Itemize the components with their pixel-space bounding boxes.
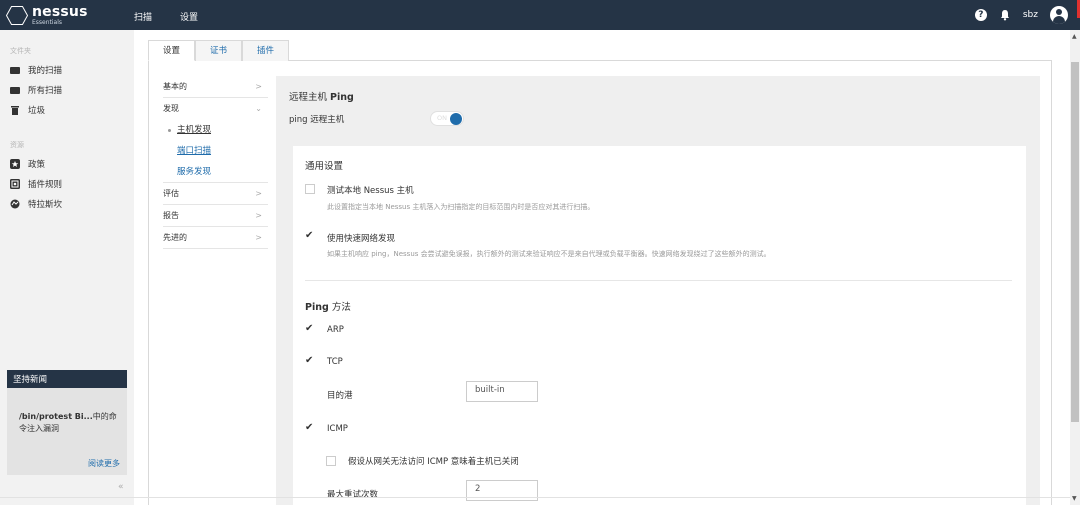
news-widget: 坚持新闻 /bin/protest Bi...中的命令注入漏洞 阅读更多: [7, 370, 127, 475]
tab-credentials[interactable]: 证书: [195, 40, 243, 61]
toggle-knob: [450, 113, 462, 125]
chevron-right-icon: >: [255, 189, 262, 198]
sidebar-item-plugin-rules[interactable]: 插件规则: [10, 178, 62, 190]
fast-network-discovery-desc: 如果主机响应 ping，Nessus 会尝试避免误报，执行额外的测试来验证响应不…: [327, 250, 771, 258]
chevron-right-icon: >: [255, 82, 262, 91]
fast-network-discovery-label: 使用快速网络发现: [327, 234, 396, 244]
sidebar-item-my-scans[interactable]: 我的扫描: [10, 64, 62, 76]
settings-nav-basic[interactable]: 基本的 >: [163, 76, 268, 98]
nessus-logo[interactable]: nessus Essentials: [6, 4, 96, 27]
resources-heading: 资源: [10, 141, 24, 149]
destination-port-input[interactable]: built-in: [466, 381, 538, 402]
sidebar-item-label: 插件规则: [28, 180, 63, 190]
scrollbar-thumb[interactable]: [1071, 62, 1079, 422]
sidebar-item-terrascan[interactable]: 特拉斯坎: [10, 198, 62, 210]
settings-nav-report[interactable]: 报告 >: [163, 205, 268, 227]
read-more-link[interactable]: 阅读更多: [88, 458, 120, 469]
icmp-gateway-checkbox[interactable]: [326, 456, 336, 466]
arp-checkbox[interactable]: ✔: [305, 324, 313, 334]
settings-nav-discovery[interactable]: 发现 ⌄: [163, 98, 268, 120]
settings-nav-label: 先进的: [163, 233, 187, 242]
plugin-icon: [10, 179, 20, 189]
sidebar-item-policies[interactable]: 政策: [10, 158, 45, 170]
news-title[interactable]: /bin/protest Bi...中的命令注入漏洞: [19, 411, 119, 435]
chevron-down-icon: ⌄: [255, 104, 262, 113]
brand-edition: Essentials: [32, 19, 63, 26]
trash-icon: [10, 105, 20, 115]
sidebar: 文件夹 我的扫描 所有扫描 垃圾 资源 政策 插件规则 特拉斯坎 坚持新闻 /b…: [0, 30, 134, 505]
top-navigation-bar: nessus Essentials 扫描 设置 ? sbz: [0, 0, 1080, 30]
icmp-gateway-label: 假设从网关无法访问 ICMP 意味着主机已关闭: [348, 457, 519, 467]
max-retries-label: 最大重试次数: [327, 490, 379, 500]
toggle-text: ON: [437, 114, 447, 122]
sidebar-item-label: 我的扫描: [28, 66, 63, 76]
nav-scans[interactable]: 扫描: [134, 10, 152, 23]
news-heading: 坚持新闻: [7, 370, 127, 388]
settings-nav-host-discovery[interactable]: 主机发现: [163, 120, 268, 141]
tab-settings[interactable]: 设置: [148, 40, 196, 61]
settings-nav-service-discovery[interactable]: 服务发现: [163, 162, 268, 183]
settings-nav-port-scanning[interactable]: 端口扫描: [163, 141, 268, 162]
general-settings-heading: 通用设置: [305, 161, 344, 172]
help-icon[interactable]: ?: [974, 9, 987, 21]
folder-icon: [10, 87, 20, 94]
tabs: 设置 证书 插件: [148, 40, 290, 61]
sidebar-item-trash[interactable]: 垃圾: [10, 104, 45, 116]
settings-card: 通用设置 测试本地 Nessus 主机 此设置指定当本地 Nessus 主机落入…: [293, 146, 1026, 505]
collapse-sidebar-icon[interactable]: «: [118, 482, 124, 492]
settings-nav-advanced[interactable]: 先进的 >: [163, 227, 268, 249]
folder-icon: [10, 67, 20, 74]
bottom-border: [0, 497, 1070, 498]
chevron-right-icon: >: [255, 233, 262, 242]
icmp-label: ICMP: [327, 424, 348, 434]
tab-plugins[interactable]: 插件: [242, 40, 290, 61]
brand-name: nessus: [32, 4, 88, 20]
chevron-right-icon: >: [255, 211, 262, 220]
sidebar-item-all-scans[interactable]: 所有扫描: [10, 84, 62, 96]
scroll-up-icon[interactable]: ▲: [1072, 33, 1077, 40]
destination-port-label: 目的港: [327, 391, 353, 401]
settings-nav-label: 基本的: [163, 82, 187, 91]
tcp-label: TCP: [327, 357, 343, 367]
shield-icon: [10, 159, 20, 169]
settings-nav: 基本的 > 发现 ⌄ 主机发现 端口扫描 服务发现 评估 > 报告 > 先进的 …: [163, 76, 268, 249]
icmp-checkbox[interactable]: ✔: [305, 423, 313, 433]
ping-methods-heading: Ping 方法: [305, 302, 351, 313]
terrascan-icon: [10, 199, 20, 209]
nav-settings[interactable]: 设置: [180, 10, 198, 23]
settings-nav-assessment[interactable]: 评估 >: [163, 183, 268, 205]
username[interactable]: sbz: [1023, 10, 1038, 20]
scroll-down-icon[interactable]: ▼: [1072, 495, 1077, 502]
sidebar-item-label: 政策: [28, 160, 46, 170]
test-local-host-desc: 此设置指定当本地 Nessus 主机落入为扫描指定的目标范围内时是否应对其进行扫…: [327, 203, 595, 211]
hexagon-logo-icon: [6, 6, 28, 25]
test-local-host-label: 测试本地 Nessus 主机: [327, 186, 414, 196]
panel-title: 远程主机 Ping: [289, 92, 354, 103]
settings-nav-label: 发现: [163, 104, 179, 113]
user-avatar-icon[interactable]: [1050, 6, 1068, 24]
settings-nav-label: 评估: [163, 189, 179, 198]
settings-nav-label: 报告: [163, 211, 179, 220]
ping-remote-host-toggle[interactable]: ON: [430, 111, 464, 126]
sidebar-item-label: 垃圾: [28, 106, 46, 116]
sidebar-item-label: 所有扫描: [28, 86, 63, 96]
news-title-bold: /bin/protest Bi...: [19, 412, 93, 421]
section-divider: [305, 280, 1012, 281]
ping-remote-host-label: ping 远程主机: [289, 115, 345, 125]
test-local-host-checkbox[interactable]: [305, 184, 315, 194]
tcp-checkbox[interactable]: ✔: [305, 356, 313, 366]
bell-icon[interactable]: [999, 9, 1011, 21]
top-right-tools: ? sbz: [974, 6, 1068, 24]
fast-network-discovery-checkbox[interactable]: ✔: [305, 231, 313, 241]
page-scrollbar[interactable]: ▲ ▼: [1070, 30, 1080, 505]
sidebar-item-label: 特拉斯坎: [28, 200, 63, 210]
folders-heading: 文件夹: [10, 47, 31, 55]
arp-label: ARP: [327, 325, 344, 335]
